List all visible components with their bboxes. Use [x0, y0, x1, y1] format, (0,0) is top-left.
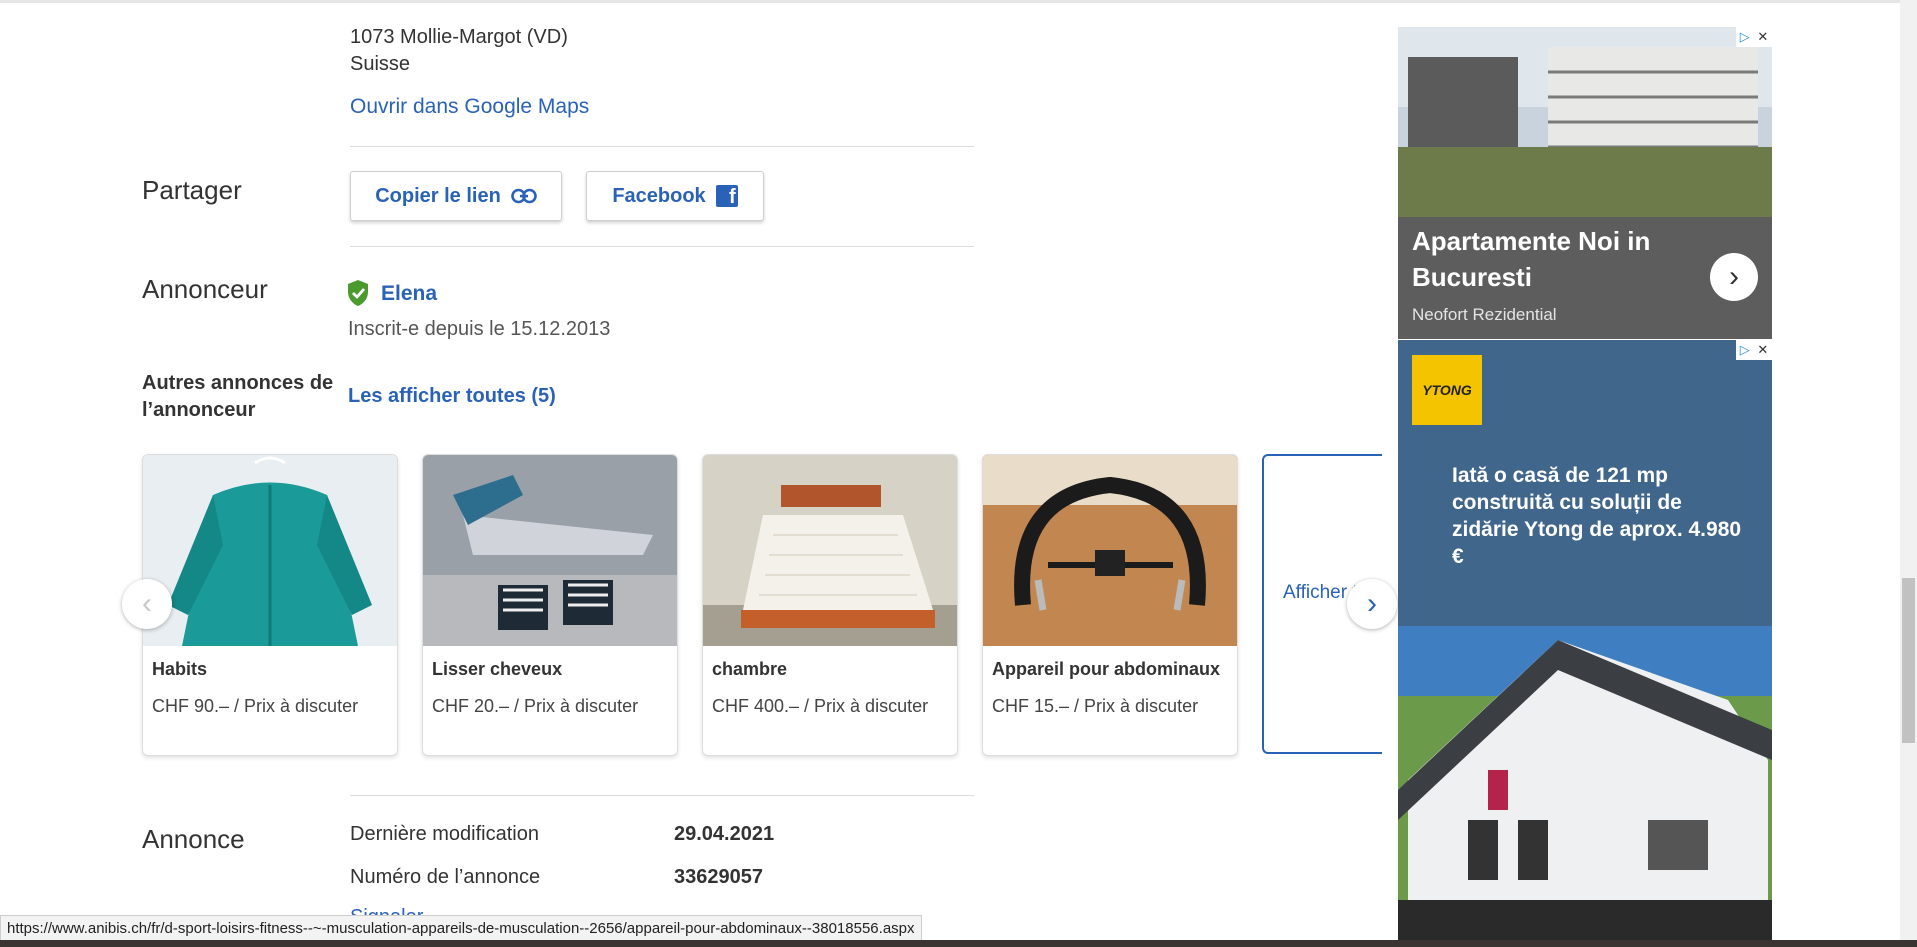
divider [350, 246, 974, 247]
share-title: Partager [142, 175, 242, 205]
last-modified-value: 29.04.2021 [674, 823, 775, 845]
listing-price: CHF 400.– / Prix à discuter [712, 696, 929, 716]
adchoices-icon[interactable]: ▷ [1740, 342, 1750, 358]
country-line: Suisse [350, 53, 411, 75]
ytong-logo: YTONG [1412, 355, 1482, 425]
divider [350, 795, 974, 796]
advertiser-title: Annonceur [142, 274, 268, 304]
ad-choices[interactable]: ▷ ✕ [1736, 27, 1772, 47]
listing-card[interactable]: Habits CHF 90.– / Prix à discuter [142, 454, 398, 756]
advertiser-name-link[interactable]: Elena [381, 282, 437, 306]
ad-arrow-button[interactable]: › [1710, 253, 1758, 301]
hair-straightener-image [423, 455, 677, 646]
ad-headline: Apartamente Noi in Bucuresti [1412, 226, 1651, 292]
close-icon[interactable]: ✕ [1757, 342, 1768, 358]
adchoices-icon[interactable]: ▷ [1740, 29, 1750, 45]
ad-number-value: 33629057 [674, 866, 763, 888]
ad-choices[interactable]: ▷ ✕ [1736, 340, 1772, 360]
listing-card[interactable]: chambre CHF 400.– / Prix à discuter [702, 454, 958, 756]
copy-link-label: Copier le lien [375, 184, 501, 207]
carousel-prev-button[interactable]: ‹ [122, 579, 172, 629]
close-icon[interactable]: ✕ [1757, 29, 1768, 45]
browser-status-url: https://www.anibis.ch/fr/d-sport-loisirs… [0, 915, 922, 942]
listing-card[interactable]: Lisser cheveux CHF 20.– / Prix à discute… [422, 454, 678, 756]
link-icon [510, 188, 537, 204]
listing-title: chambre [712, 659, 788, 679]
ad-banner-ytong[interactable]: YTONG Iată o casă de 121 mp construită c… [1398, 340, 1772, 940]
scrollbar-thumb[interactable] [1902, 578, 1915, 743]
house-image [1398, 340, 1772, 940]
top-border [0, 0, 1917, 3]
copy-link-button[interactable]: Copier le lien [350, 171, 562, 221]
listing-price: CHF 20.– / Prix à discuter [432, 696, 639, 716]
chevron-right-icon: › [1367, 587, 1377, 620]
facebook-label: Facebook [612, 184, 706, 207]
ab-trainer-image [983, 455, 1237, 646]
listing-title: Lisser cheveux [432, 659, 563, 679]
ad-number-label: Numéro de l’annonce [350, 866, 541, 888]
chevron-left-icon: ‹ [142, 587, 152, 620]
other-ads-title: Autres annonces de l’annonceur [142, 372, 334, 421]
listing-price: CHF 15.– / Prix à discuter [992, 696, 1199, 716]
facebook-icon: f [715, 185, 738, 207]
listing-title: Habits [152, 659, 208, 679]
address-line: 1073 Mollie-Margot (VD) [350, 26, 568, 48]
listing-price: CHF 90.– / Prix à discuter [152, 696, 359, 716]
annonce-title: Annonce [142, 824, 245, 854]
ad-banner-apartments[interactable]: Apartamente Noi in Bucuresti Neofort Rez… [1398, 27, 1772, 339]
ad-body-text: Iată o casă de 121 mp construită cu solu… [1452, 464, 1742, 568]
bed-image [703, 455, 957, 646]
taskbar-strip [0, 940, 1917, 947]
show-all-ads-link[interactable]: Les afficher toutes (5) [348, 385, 556, 408]
google-maps-link[interactable]: Ouvrir dans Google Maps [350, 95, 589, 119]
divider [350, 146, 974, 147]
vertical-scrollbar[interactable] [1900, 0, 1917, 947]
listing-title: Appareil pour abdominaux [992, 659, 1221, 679]
last-modified-label: Dernière modification [350, 823, 539, 845]
member-since: Inscrit-e depuis le 15.12.2013 [348, 318, 611, 340]
facebook-share-button[interactable]: Facebook f [586, 171, 764, 221]
listing-card[interactable]: Appareil pour abdominaux CHF 15.– / Prix… [982, 454, 1238, 756]
ad-sponsor: Neofort Rezidential [1412, 305, 1557, 324]
verified-shield-icon [348, 280, 368, 306]
jacket-image [143, 455, 397, 646]
chevron-right-icon: › [1729, 260, 1739, 293]
carousel-next-button[interactable]: › [1347, 579, 1397, 629]
